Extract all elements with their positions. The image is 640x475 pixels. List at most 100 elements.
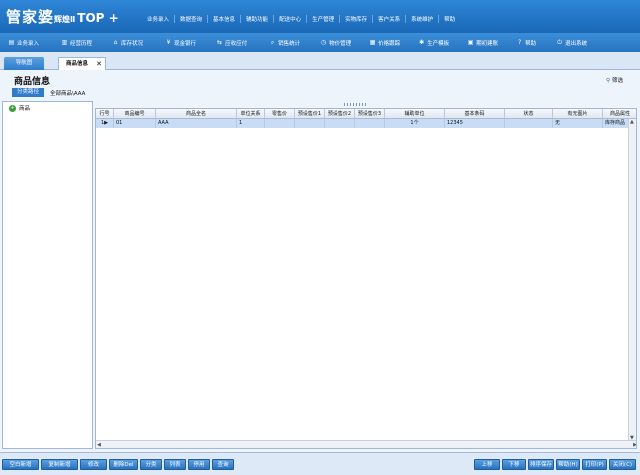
toolbar-exit[interactable]: ⏻ 退出系统 xyxy=(556,33,587,52)
column-header[interactable]: 预设售价3 xyxy=(355,109,385,118)
cell-name[interactable]: AAA xyxy=(156,119,237,128)
column-header[interactable]: 零售价 xyxy=(265,109,295,118)
horizontal-scrollbar[interactable]: ◀ ▶ xyxy=(96,440,636,448)
tree-node-root[interactable]: + 商品 xyxy=(9,104,30,112)
edit-button[interactable]: 修改 xyxy=(80,459,107,470)
toolbar-label: 物价管理 xyxy=(329,40,352,47)
top-menu-item[interactable]: 系统维护 xyxy=(406,15,440,23)
toolbar-label: 库存状况 xyxy=(121,40,144,47)
toolbar-label: 经营历程 xyxy=(70,40,93,47)
bars-icon: ▦ xyxy=(369,39,376,46)
tab-navigation[interactable]: 导航图 xyxy=(4,57,44,70)
filter-icon: ⚲ xyxy=(606,78,611,84)
cell-has-image[interactable]: 无 xyxy=(553,119,603,128)
top-menu-item[interactable]: 数据查询 xyxy=(175,15,209,23)
top-menu-item[interactable]: 帮助 xyxy=(439,15,460,23)
magnifier-icon: ⌕ xyxy=(270,39,275,46)
move-up-button[interactable]: 上移 xyxy=(474,459,500,470)
cell-preset-price-3[interactable] xyxy=(355,119,385,128)
top-menu-item[interactable]: 实物库存 xyxy=(340,15,374,23)
toolbar-opening-accounts[interactable]: ▣ 期初建账 xyxy=(467,33,498,52)
toolbar-help[interactable]: ? 帮助 xyxy=(516,33,536,52)
category-button[interactable]: 分类 xyxy=(140,459,162,470)
scroll-left-icon[interactable]: ◀ xyxy=(97,442,101,448)
product-grid: 行号 商品编号 商品全名 单位关系 零售价 预设售价1 预设售价2 预设售价3 … xyxy=(95,108,637,449)
cell-aux-unit[interactable]: 1个 xyxy=(385,119,445,128)
filter-button[interactable]: ⚲ 筛选 xyxy=(606,76,623,84)
toolbar-receivable-payable[interactable]: ⇆ 应收应付 xyxy=(216,33,247,52)
scroll-up-icon[interactable]: ▲ xyxy=(630,119,634,125)
toolbar-price-tracking[interactable]: ▦ 价格跟踪 xyxy=(369,33,400,52)
column-header[interactable]: 有无图片 xyxy=(553,109,603,118)
column-header[interactable]: 基本条码 xyxy=(445,109,505,118)
tab-strip: 导航图 商品信息 ✕ xyxy=(0,52,640,70)
top-menu-item[interactable]: 辅助功能 xyxy=(241,15,275,23)
top-menu: 业务录入 数据查询 基本信息 辅助功能 配送中心 生产管理 实物库存 客户关系 … xyxy=(142,15,460,23)
cell-unit-relation[interactable]: 1 xyxy=(237,119,265,128)
toolbar-sales-stats[interactable]: ⌕ 销售统计 xyxy=(269,33,300,52)
tab-label: 商品信息 xyxy=(65,61,88,67)
toolbar-label: 期初建账 xyxy=(476,40,499,47)
main-toolbar: ▤ 业务录入 ▥ 经营历程 ⌂ 库存状况 ¥ 现金银行 ⇆ 应收应付 ⌕ 销售统计 ◷ 物价管… xyxy=(0,33,640,52)
disable-button[interactable]: 停用 xyxy=(188,459,210,470)
cell-retail-price[interactable] xyxy=(265,119,295,128)
help-button[interactable]: 帮助(H) xyxy=(556,459,580,470)
brand-sub: 辉煌Ⅱ xyxy=(54,15,76,24)
cell-code[interactable]: 01 xyxy=(114,119,156,128)
toolbar-label: 应收应付 xyxy=(225,40,248,47)
toolbar-label: 生产模板 xyxy=(427,40,450,47)
column-header[interactable]: 商品属性 xyxy=(603,109,636,118)
column-header[interactable]: 商品编号 xyxy=(114,109,156,118)
close-button[interactable]: 关闭(C) xyxy=(609,459,636,470)
toolbar-cash-bank[interactable]: ¥ 现金银行 xyxy=(165,33,196,52)
move-down-button[interactable]: 下移 xyxy=(502,459,526,470)
delete-button[interactable]: 删除Del xyxy=(109,459,138,470)
cell-preset-price-2[interactable] xyxy=(325,119,355,128)
column-header[interactable]: 行号 xyxy=(96,109,114,118)
save-order-button[interactable]: 排序保存 xyxy=(528,459,554,470)
print-button[interactable]: 打印(P) xyxy=(582,459,607,470)
scroll-right-icon[interactable]: ▶ xyxy=(633,442,636,448)
column-header[interactable]: 预设售价1 xyxy=(295,109,325,118)
toolbar-inventory[interactable]: ⌂ 库存状况 xyxy=(112,33,143,52)
vertical-scrollbar[interactable]: ▲ ▼ xyxy=(628,119,636,441)
arrows-icon: ⇆ xyxy=(217,39,223,46)
top-menu-item[interactable]: 配送中心 xyxy=(274,15,308,23)
plus-icon[interactable]: + xyxy=(9,104,16,112)
category-path-button[interactable]: 分类路径 xyxy=(12,88,44,97)
top-menu-item[interactable]: 基本信息 xyxy=(208,15,242,23)
toolbar-label: 销售统计 xyxy=(278,40,301,47)
list-button[interactable]: 列表 xyxy=(164,459,186,470)
clock-icon: ◷ xyxy=(320,39,327,46)
tab-product-info[interactable]: 商品信息 ✕ xyxy=(58,57,106,70)
column-header[interactable]: 商品全名 xyxy=(156,109,237,118)
column-header[interactable]: 预设售价2 xyxy=(325,109,355,118)
title-bar: 管家婆辉煌Ⅱ TOP + 业务录入 数据查询 基本信息 辅助功能 配送中心 生产管… xyxy=(0,0,640,33)
query-button[interactable]: 查询 xyxy=(212,459,234,470)
top-menu-item[interactable]: 业务录入 xyxy=(142,15,176,23)
tree-node-label: 商品 xyxy=(19,106,31,112)
panel-grip[interactable] xyxy=(344,103,366,106)
toolbar-price-management[interactable]: ◷ 物价管理 xyxy=(320,33,351,52)
column-header[interactable]: 状态 xyxy=(505,109,553,118)
toolbar-business-entry[interactable]: ▤ 业务录入 xyxy=(8,33,39,52)
cell-preset-price-1[interactable] xyxy=(295,119,325,128)
row-number-cell: 1▶ xyxy=(96,119,114,128)
toolbar-label: 价格跟踪 xyxy=(378,40,401,47)
top-menu-item[interactable]: 生产管理 xyxy=(307,15,341,23)
column-header[interactable]: 辅助单位 xyxy=(385,109,445,118)
top-menu-item[interactable]: 客户关系 xyxy=(373,15,407,23)
blank-add-button[interactable]: 空白新增 xyxy=(2,459,39,470)
table-row[interactable]: 1▶ 01 AAA 1 1个 12345 无 库存商品 xyxy=(96,119,636,128)
house-icon: ⌂ xyxy=(113,39,118,46)
cell-barcode[interactable]: 12345 xyxy=(445,119,505,128)
close-icon[interactable]: ✕ xyxy=(96,58,102,71)
cell-status[interactable] xyxy=(505,119,553,128)
help-icon: ? xyxy=(518,39,522,46)
toolbar-production-template[interactable]: ✱ 生产模板 xyxy=(418,33,449,52)
column-header[interactable]: 单位关系 xyxy=(237,109,265,118)
toolbar-label: 帮助 xyxy=(525,40,537,47)
toolbar-operations[interactable]: ▥ 经营历程 xyxy=(61,33,92,52)
copy-add-button[interactable]: 复制新增 xyxy=(41,459,78,470)
toolbar-label: 退出系统 xyxy=(565,40,588,47)
